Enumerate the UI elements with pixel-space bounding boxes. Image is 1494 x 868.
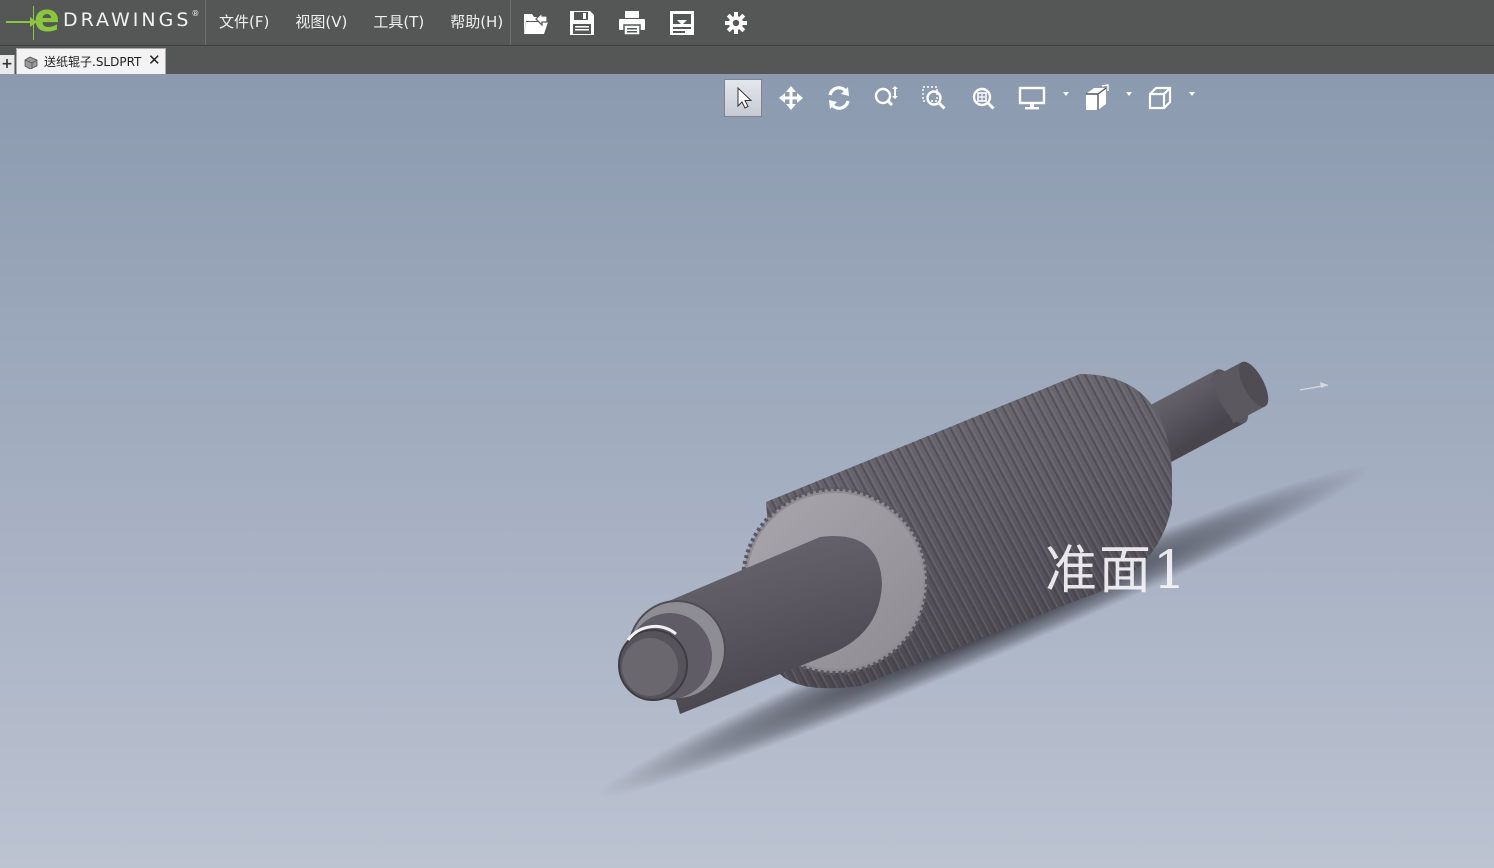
standard-views-dropdown-caret[interactable] bbox=[1189, 92, 1195, 96]
standard-views-icon bbox=[1148, 86, 1172, 110]
menu-bar: 文件(F) 视图(V) 工具(T) 帮助(H) bbox=[206, 0, 516, 45]
logo-registered-mark: ® bbox=[191, 9, 200, 18]
close-tab-icon[interactable]: ✕ bbox=[148, 51, 161, 69]
print-button[interactable] bbox=[617, 8, 647, 38]
document-tab-label: 送纸辊子.SLDPRT bbox=[44, 55, 142, 69]
pan-icon bbox=[779, 86, 803, 110]
section-view-dropdown-caret[interactable] bbox=[1126, 92, 1132, 96]
part-file-icon bbox=[23, 54, 39, 73]
zoom-icon bbox=[874, 86, 898, 107]
menu-separator bbox=[510, 0, 511, 45]
plane-annotation-label: 准面1 bbox=[1045, 541, 1189, 601]
zoom-to-fit-button[interactable] bbox=[965, 79, 1003, 117]
title-bar: e DRAWINGS® 文件(F) 视图(V) 工具(T) 帮助(H) bbox=[0, 0, 1494, 46]
settings-button[interactable] bbox=[721, 8, 751, 38]
zoom-to-fit-icon bbox=[972, 87, 995, 110]
new-tab-button[interactable]: + bbox=[0, 55, 15, 74]
zoom-tool-button[interactable] bbox=[868, 79, 906, 117]
rotate-tool-button[interactable] bbox=[820, 79, 858, 117]
document-tab[interactable]: 送纸辊子.SLDPRT ✕ bbox=[16, 48, 166, 74]
logo-wordmark: DRAWINGS® bbox=[63, 9, 199, 31]
save-button[interactable] bbox=[567, 8, 597, 38]
menu-file[interactable]: 文件(F) bbox=[206, 0, 282, 45]
document-tab-bar bbox=[0, 46, 1494, 74]
open-icon bbox=[524, 11, 548, 34]
menu-tools[interactable]: 工具(T) bbox=[360, 0, 437, 45]
rotate-icon bbox=[828, 86, 850, 110]
menu-view[interactable]: 视图(V) bbox=[282, 0, 360, 45]
display-style-dropdown-caret[interactable] bbox=[1063, 92, 1069, 96]
display-style-button[interactable] bbox=[1014, 79, 1052, 117]
graphics-viewport[interactable]: 准面1 bbox=[0, 74, 1494, 868]
section-view-icon bbox=[1086, 84, 1109, 110]
zoom-to-area-icon bbox=[922, 86, 946, 110]
logo-word: DRAWINGS bbox=[63, 9, 192, 31]
roller-part-model[interactable] bbox=[0, 74, 1494, 868]
markup-button[interactable] bbox=[667, 8, 697, 38]
open-button[interactable] bbox=[521, 8, 551, 38]
select-arrow-icon bbox=[737, 86, 753, 109]
section-view-button[interactable] bbox=[1078, 79, 1116, 117]
pan-tool-button[interactable] bbox=[772, 79, 810, 117]
logo-letter: e bbox=[34, 0, 60, 40]
menu-help[interactable]: 帮助(H) bbox=[437, 0, 516, 45]
select-tool-button[interactable] bbox=[724, 79, 762, 117]
print-icon bbox=[619, 11, 645, 36]
standard-views-button[interactable] bbox=[1141, 79, 1179, 117]
save-icon bbox=[570, 11, 594, 35]
edrawings-logo: e DRAWINGS® bbox=[0, 0, 206, 45]
markup-icon bbox=[670, 11, 694, 35]
display-style-icon bbox=[1018, 86, 1046, 110]
zoom-to-area-button[interactable] bbox=[916, 79, 954, 117]
settings-gear-icon bbox=[725, 12, 747, 34]
